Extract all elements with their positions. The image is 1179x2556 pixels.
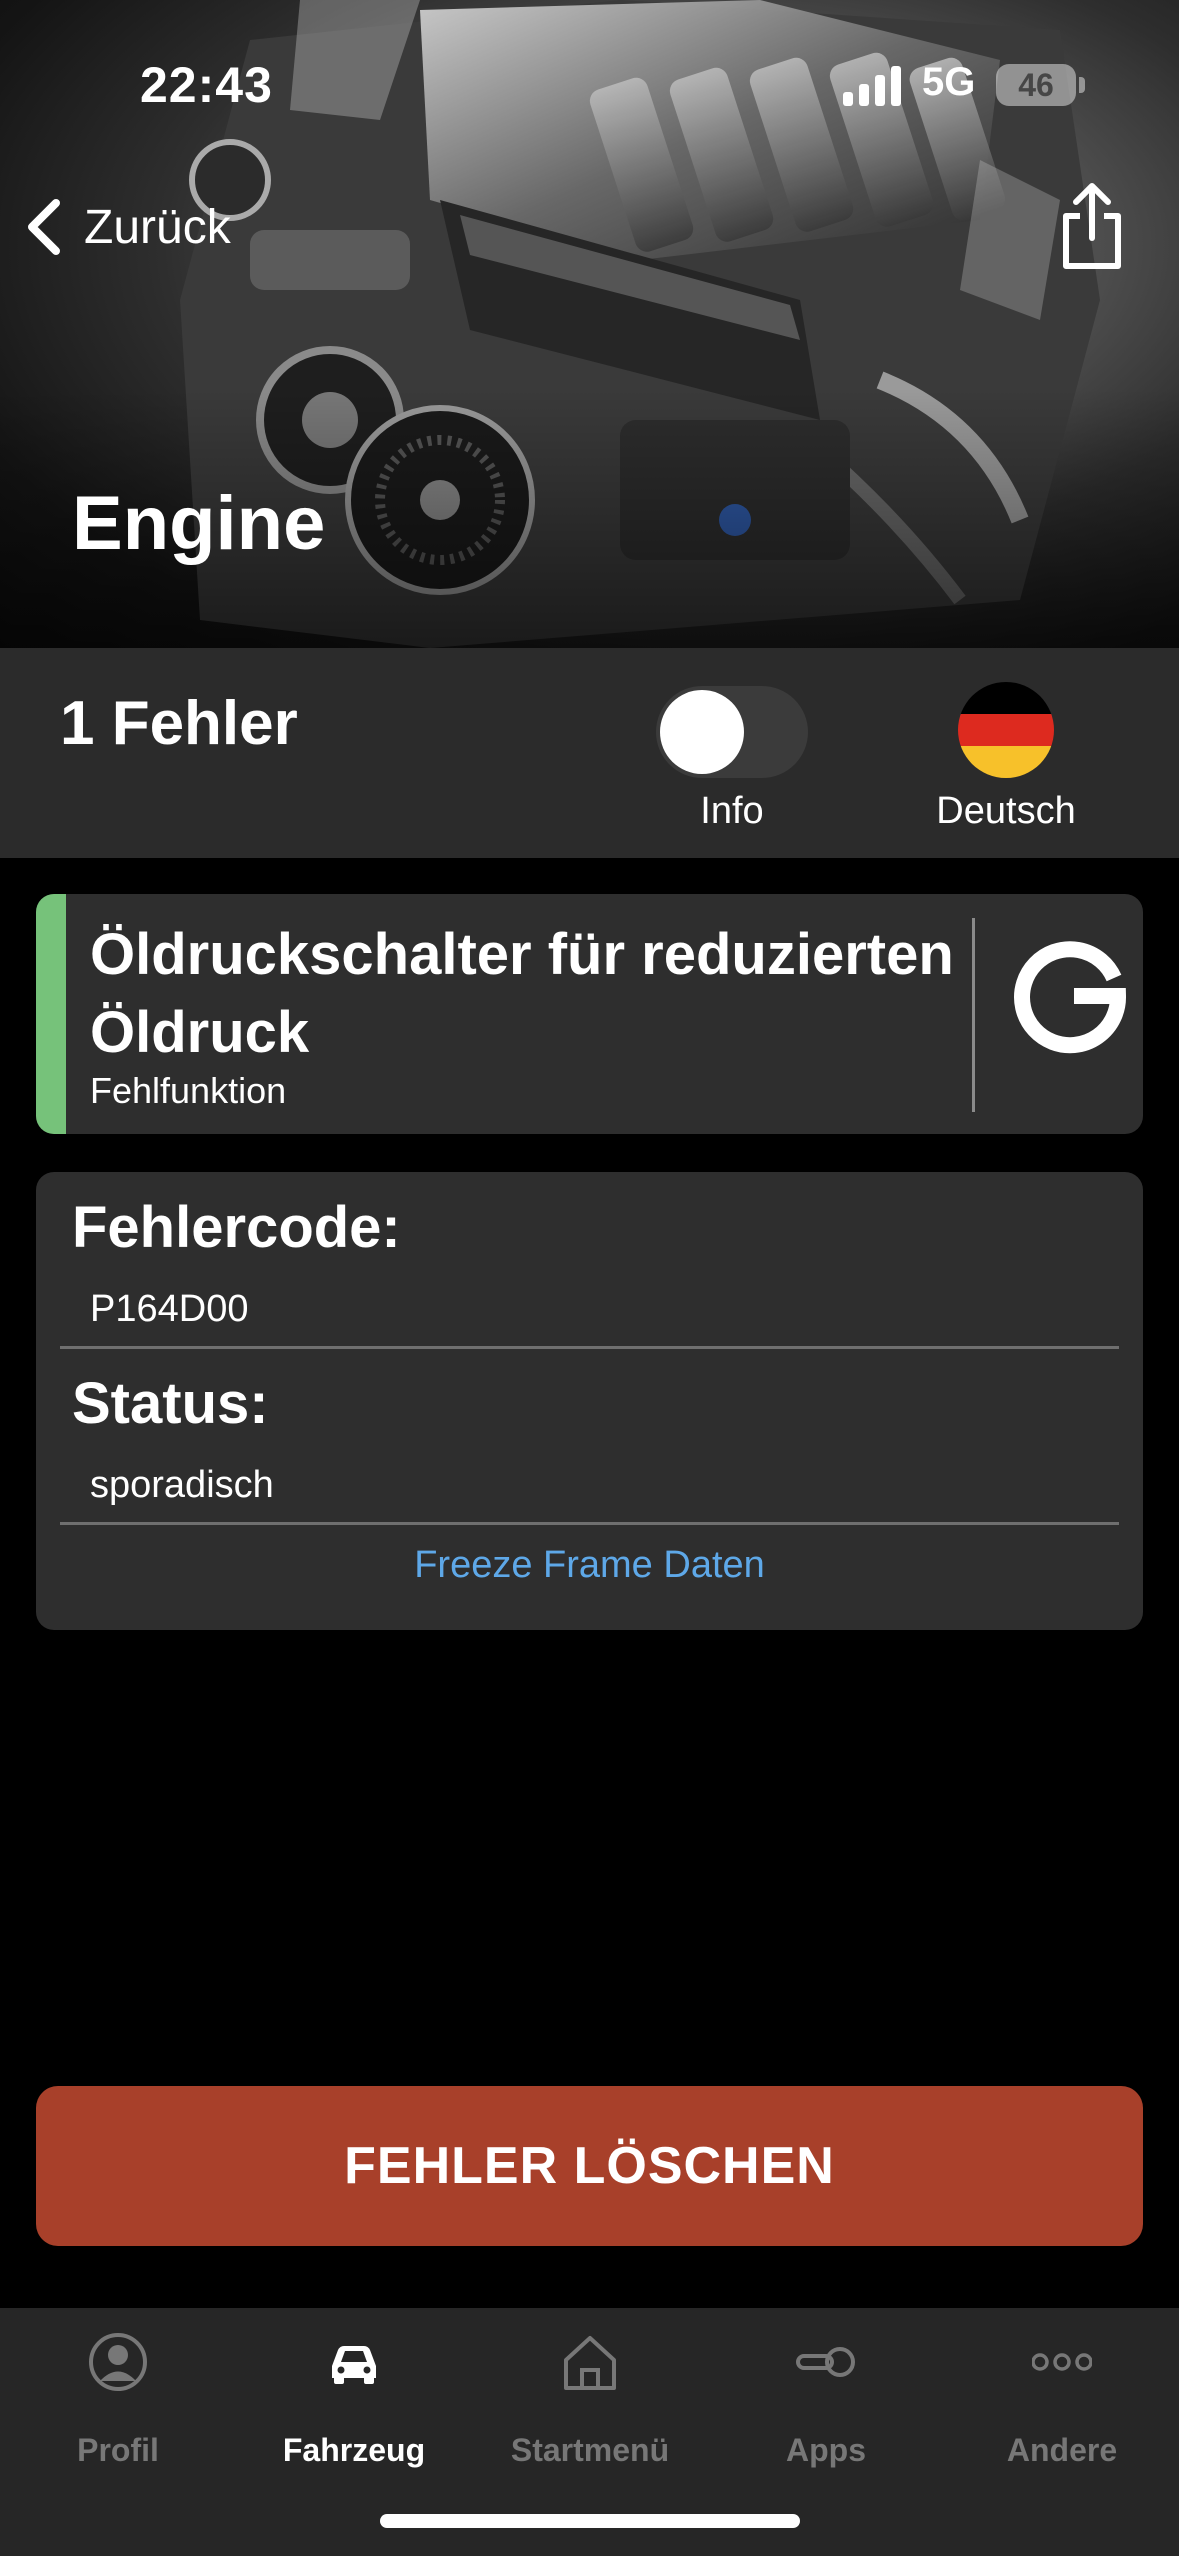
fault-code-label: Fehlercode: [72,1195,401,1260]
language-label: Deutsch [936,790,1076,832]
divider [60,1346,1119,1349]
tab-apps[interactable]: Apps [708,2308,944,2468]
status-label: Status: [72,1371,269,1436]
more-dots-icon [1032,2353,1092,2371]
fault-severity-accent [36,894,66,1134]
tab-label: Andere [1006,2432,1118,2468]
info-toggle-label: Info [700,790,764,832]
battery-nub [1079,77,1085,93]
car-icon [332,2346,376,2384]
home-indicator[interactable] [380,2514,800,2528]
fault-card[interactable]: Öldruckschalter für reduzierten Öldruck … [36,894,1143,1134]
fault-details-card: Fehlercode: P164D00 Status: sporadisch F… [36,1172,1143,1630]
person-icon [89,2333,147,2391]
tab-label: Startmenü [510,2432,670,2468]
clear-faults-button[interactable]: FEHLER LÖSCHEN [36,2086,1143,2246]
fault-code-value: P164D00 [90,1288,249,1330]
error-count: 1 Fehler [60,689,298,758]
tab-label: Profil [77,2432,159,2468]
page-title: Engine [72,481,326,566]
tab-andere[interactable]: Andere [944,2308,1179,2468]
divider [60,1522,1119,1525]
home-icon [564,2336,616,2390]
back-button[interactable]: Zurück [22,190,231,264]
status-time: 22:43 [140,57,273,113]
battery-icon: 46 [996,64,1076,106]
germany-flag-icon[interactable] [958,682,1054,778]
tab-fahrzeug[interactable]: Fahrzeug [236,2308,472,2468]
cellular-signal-icon [843,66,901,106]
network-type: 5G [922,60,976,104]
toggle-knob [660,690,744,774]
share-icon[interactable] [1056,182,1128,272]
status-value: sporadisch [90,1464,274,1506]
tab-label: Fahrzeug [282,2432,426,2468]
google-icon[interactable] [1006,930,1136,1060]
tab-startmenue[interactable]: Startmenü [472,2308,708,2468]
tab-label: Apps [786,2432,866,2468]
fault-subtitle: Fehlfunktion [90,1070,287,1111]
chevron-left-icon [28,199,60,255]
back-label: Zurück [84,200,231,254]
apps-toggle-icon [796,2347,855,2377]
freeze-frame-link[interactable]: Freeze Frame Daten [36,1544,1143,1587]
status-bar: 22:43 5G 46 [0,0,1179,150]
fault-title: Öldruckschalter für reduzierten Öldruck [90,922,954,1065]
info-toggle[interactable] [656,686,808,778]
fault-divider [972,918,975,1112]
tab-profil[interactable]: Profil [0,2308,236,2468]
fault-summary-bar: 1 Fehler Info Deutsch [0,648,1179,858]
